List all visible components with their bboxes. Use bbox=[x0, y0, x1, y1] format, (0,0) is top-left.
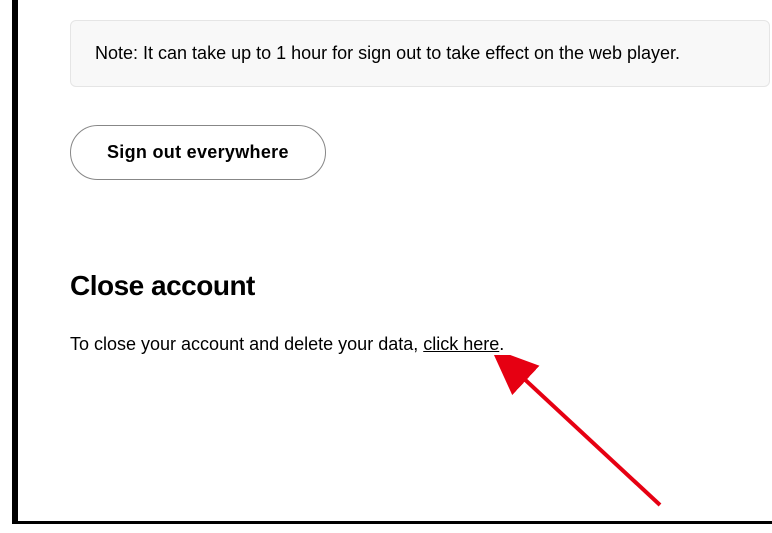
page-bottom-border bbox=[12, 521, 772, 524]
content-area: Note: It can take up to 1 hour for sign … bbox=[0, 0, 772, 355]
close-account-text-after: . bbox=[499, 334, 504, 354]
note-text: Note: It can take up to 1 hour for sign … bbox=[95, 43, 680, 63]
note-box: Note: It can take up to 1 hour for sign … bbox=[70, 20, 770, 87]
sign-out-everywhere-button[interactable]: Sign out everywhere bbox=[70, 125, 326, 180]
close-account-text-before: To close your account and delete your da… bbox=[70, 334, 423, 354]
note-label: Note: bbox=[95, 43, 138, 63]
close-account-heading: Close account bbox=[70, 270, 772, 302]
page-left-border bbox=[12, 0, 18, 521]
note-body: It can take up to 1 hour for sign out to… bbox=[138, 43, 680, 63]
click-here-link[interactable]: click here bbox=[423, 334, 499, 354]
close-account-text: To close your account and delete your da… bbox=[70, 334, 772, 355]
annotation-arrow-icon bbox=[460, 355, 680, 525]
